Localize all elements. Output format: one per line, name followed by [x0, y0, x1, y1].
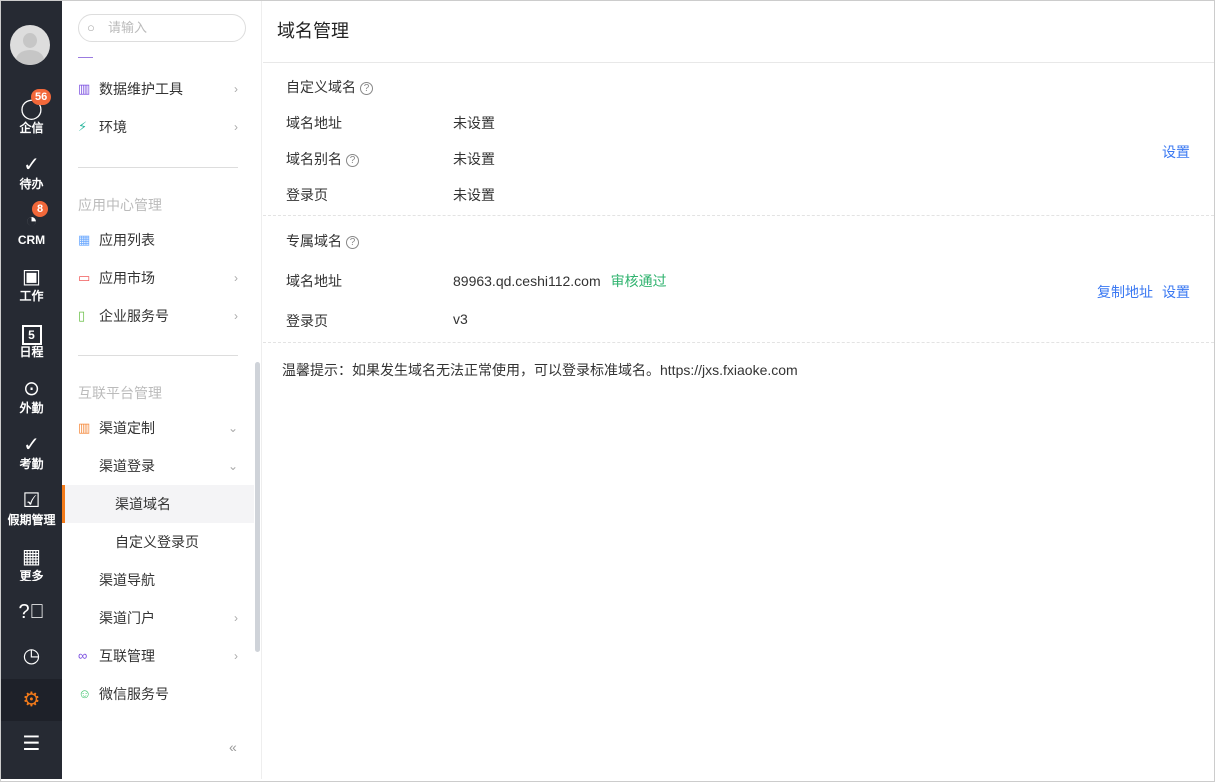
badge: 56 — [31, 89, 52, 105]
bookmark-icon: ▯ — [78, 308, 86, 323]
building-icon: ▥ — [78, 420, 91, 435]
collapse-icon[interactable]: « — [229, 739, 237, 755]
rail-item-work[interactable]: ▣ 工作 — [1, 265, 62, 303]
attendance-icon: ✓ — [23, 434, 40, 456]
rail-item-more[interactable]: ▦ 更多 — [1, 545, 62, 581]
group-title: 应用中心管理 — [78, 197, 162, 213]
avatar[interactable] — [10, 25, 50, 65]
calendar-check-icon: ☑ — [22, 490, 41, 512]
user-list-icon: ☰ — [22, 733, 41, 755]
rail-item-crm[interactable]: ◔ 8 CRM — [1, 201, 62, 247]
store-icon: ▭ — [78, 270, 91, 285]
scrollbar[interactable] — [255, 362, 260, 652]
main-content: 域名管理 自定义域名? 域名地址 未设置 域名别名? 未设置 登录页 未设置 设置 专… — [263, 1, 1214, 779]
nav-item-custom-login-page[interactable]: 自定义登录页 — [62, 523, 254, 561]
calendar-icon: 5 — [1, 321, 62, 345]
custom-domain-set-button[interactable]: 设置 — [1162, 142, 1190, 162]
history-button[interactable]: ◷ — [1, 644, 62, 668]
domain-address: 89963.qd.ceshi112.com — [453, 273, 601, 289]
bar-chart-icon: ▥ — [78, 81, 91, 96]
environment-icon: ⚡ — [78, 119, 88, 134]
nav-item-interconnect[interactable]: ∞ 互联管理 › — [62, 637, 254, 675]
rail-item-chat[interactable]: ◯ 56 企信 — [1, 89, 62, 135]
help-button[interactable]: ?⃝ — [1, 600, 62, 624]
chevron-right-icon: › — [234, 120, 238, 134]
rail-item-field[interactable]: ⊙ 外勤 — [1, 377, 62, 415]
chevron-right-icon: › — [234, 649, 238, 663]
gear-icon: ⚙ — [22, 689, 41, 711]
chevron-down-icon: ⌄ — [227, 459, 238, 473]
tip-text: 温馨提示：如果发生域名无法正常使用，可以登录标准域名。https://jxs.f… — [282, 362, 798, 378]
rail-item-schedule[interactable]: 5 日程 — [1, 321, 62, 359]
copy-address-button[interactable]: 复制地址 — [1097, 282, 1153, 302]
nav-item-channel-nav[interactable]: 渠道导航 — [62, 561, 254, 599]
settings-button[interactable]: ⚙ — [1, 679, 62, 721]
chevron-down-icon: ⌄ — [227, 421, 238, 435]
group-title: 互联平台管理 — [78, 385, 162, 401]
help-icon[interactable]: ? — [346, 154, 359, 167]
rail-item-todo[interactable]: ✓ 待办 — [1, 153, 62, 191]
nav-item-channel-custom[interactable]: ▥ 渠道定制 ⌄ — [62, 409, 254, 447]
pie-chart-icon: ◔ — [25, 210, 38, 232]
badge: 8 — [32, 201, 48, 217]
check-circle-icon: ✓ — [23, 154, 40, 176]
nav-item-environment[interactable]: ⚡ 环境 › — [62, 108, 254, 146]
contacts-button[interactable]: ☰ — [1, 732, 62, 756]
chevron-right-icon: › — [234, 611, 238, 625]
exclusive-domain-section: 专属域名? 域名地址 89963.qd.ceshi112.com 审核通过 登录页… — [263, 216, 1214, 343]
divider — [78, 355, 238, 356]
divider — [78, 167, 238, 168]
side-nav: ○ 请输入 ▥ 数据维护工具 › ⚡ 环境 › 应用中心管理 ▦ 应用列表 ▭ 应用市场 › ▯… — [62, 1, 262, 779]
help-icon[interactable]: ? — [360, 82, 373, 95]
grid-icon: ▦ — [22, 546, 41, 568]
custom-domain-section: 自定义域名? 域名地址 未设置 域名别名? 未设置 登录页 未设置 设置 — [263, 63, 1214, 216]
nav-item-app-list[interactable]: ▦ 应用列表 — [62, 221, 254, 259]
briefcase-icon: ▣ — [22, 266, 41, 288]
grid-icon: ▦ — [78, 232, 91, 247]
location-icon: ⊙ — [23, 378, 40, 400]
nav-item-channel-domain[interactable]: 渠道域名 — [62, 485, 254, 523]
nav-item-wechat[interactable]: ☺ 微信服务号 — [62, 675, 254, 713]
chevron-right-icon: › — [234, 82, 238, 96]
nav-item-service-account[interactable]: ▯ 企业服务号 › — [62, 297, 254, 335]
status-badge: 审核通过 — [610, 273, 667, 289]
clock-icon: ◷ — [22, 645, 41, 667]
rings-icon: ∞ — [78, 648, 88, 663]
app-rail: ◯ 56 企信 ✓ 待办 ◔ 8 CRM ▣ 工作 5 日程 ⊙ 外勤 ✓ 考勤 ☑ 假期管理 ▦ 更… — [1, 1, 62, 779]
divider — [78, 57, 93, 58]
rail-item-leave[interactable]: ☑ 假期管理 — [1, 489, 62, 527]
wechat-icon: ☺ — [78, 686, 92, 701]
search-icon: ○ — [87, 20, 95, 35]
nav-item-app-market[interactable]: ▭ 应用市场 › — [62, 259, 254, 297]
nav-item-channel-portal[interactable]: 渠道门户 › — [62, 599, 254, 637]
exclusive-domain-set-button[interactable]: 设置 — [1162, 282, 1190, 302]
help-icon[interactable]: ? — [346, 236, 359, 249]
chevron-right-icon: › — [234, 271, 238, 285]
nav-item-channel-login[interactable]: 渠道登录 ⌄ — [62, 447, 254, 485]
help-icon: ?⃝ — [18, 601, 45, 623]
rail-item-attendance[interactable]: ✓ 考勤 — [1, 433, 62, 471]
chevron-right-icon: › — [234, 309, 238, 323]
nav-item-data-tools[interactable]: ▥ 数据维护工具 › — [62, 70, 254, 108]
page-title: 域名管理 — [263, 1, 1214, 63]
search-input[interactable]: ○ 请输入 — [78, 14, 246, 42]
